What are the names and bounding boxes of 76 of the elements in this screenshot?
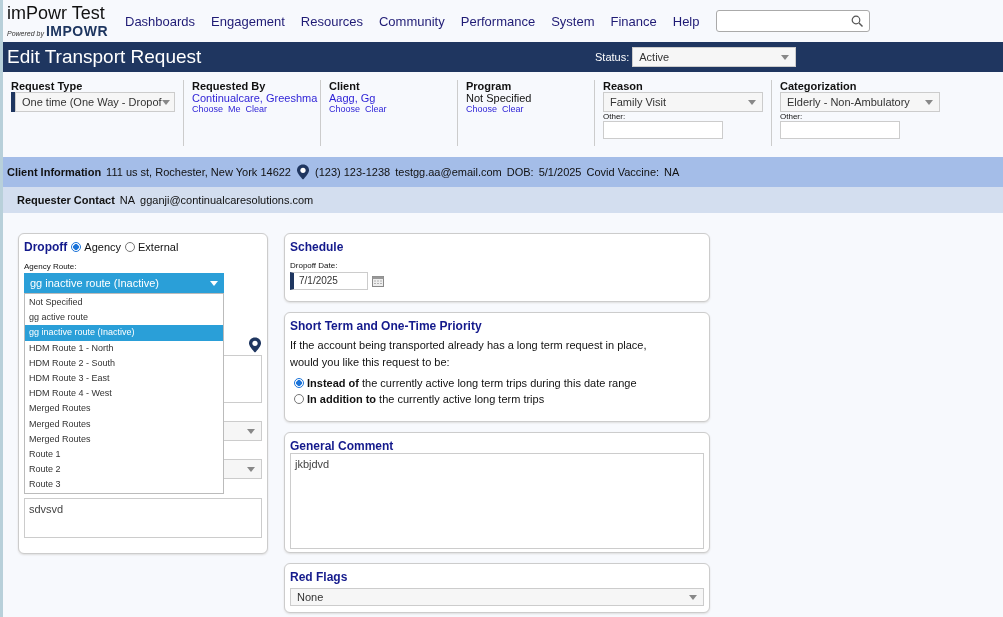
caret-icon <box>925 99 933 105</box>
priority-option[interactable]: In addition to the currently active long term trips <box>294 393 704 405</box>
priority-option[interactable]: Instead of the currently active long term trips during this date range <box>294 377 704 389</box>
field-label: Requested By <box>192 80 267 92</box>
comment-textarea[interactable]: jkbjdvd <box>290 453 704 549</box>
requester-email: gganji@continualcaresolutions.com <box>140 194 314 206</box>
client-address: 111 us st, Rochester, New York 14622 <box>106 166 291 178</box>
request-type-select[interactable]: One time (One Way - Dropof <box>15 92 175 112</box>
search-field[interactable] <box>715 10 870 32</box>
vaccine-value: NA <box>664 166 680 178</box>
action-link[interactable]: Clear <box>502 104 524 114</box>
nav-link[interactable]: Help <box>672 13 700 29</box>
priority-description: If the account being transported already has a long term request in place, would you like this request to be: <box>290 338 648 370</box>
field-select[interactable]: Elderly - Non-Ambulatory <box>780 92 940 112</box>
nav-link[interactable]: System <box>551 13 595 29</box>
brand-wordmark: IMPOWR <box>45 23 109 39</box>
flags-select[interactable]: None <box>290 588 704 606</box>
nav-link[interactable]: Dashboards <box>125 13 196 29</box>
field-label: Client <box>329 80 361 92</box>
field-label: Request Type <box>11 80 84 92</box>
map-pin-icon[interactable] <box>248 337 262 353</box>
caret-icon <box>247 428 255 434</box>
comment-textarea[interactable]: sdvsvd <box>24 498 262 538</box>
calendar-icon[interactable] <box>372 275 384 287</box>
caret-icon <box>161 99 170 105</box>
search-icon[interactable] <box>850 15 863 27</box>
caret-icon <box>210 280 218 286</box>
app-title: imPowr Test <box>7 3 106 23</box>
other-label: Other: <box>780 112 804 121</box>
action-link[interactable]: Choose <box>466 104 498 114</box>
date-label: Dropoff Date: <box>290 261 338 270</box>
map-pin-icon[interactable] <box>296 164 310 180</box>
field-label: Program <box>466 80 513 92</box>
nav-link[interactable]: Community <box>379 13 445 29</box>
nav-link[interactable]: Finance <box>610 13 657 29</box>
dob-value: 5/1/2025 <box>538 166 582 178</box>
other-label: Other: <box>603 112 627 121</box>
caret-icon <box>781 54 790 60</box>
field-label: Categorization <box>780 80 858 92</box>
panel-title: Dropoff <box>24 240 68 254</box>
field-label: Reason <box>603 80 644 92</box>
caret-icon <box>247 466 255 472</box>
requester-contact-label: Requester Contact <box>17 194 115 206</box>
client-phone: (123) 123-1238 <box>315 166 391 178</box>
nav-link[interactable]: Resources <box>300 13 363 29</box>
radio-option[interactable]: Agency <box>71 241 122 253</box>
client-info-label: Client Information <box>7 166 102 178</box>
field-value-link[interactable]: Aagg, Gg <box>329 92 376 104</box>
field-select[interactable]: Family Visit <box>603 92 763 112</box>
nav-link[interactable]: Performance <box>460 13 536 29</box>
action-link[interactable]: Clear <box>245 104 268 114</box>
date-field[interactable]: 7/1/2025 <box>290 272 368 290</box>
action-link[interactable]: Me <box>228 104 241 114</box>
panel-title: Red Flags <box>290 570 349 584</box>
field-value: Not Specified <box>466 92 532 104</box>
nav-link[interactable]: Engagement <box>211 13 285 29</box>
page-title: Edit Transport Request <box>7 46 203 68</box>
dob-label: DOB: <box>506 166 534 178</box>
client-email: testgg.aa@email.com <box>395 166 502 178</box>
radio-option[interactable]: External <box>125 241 179 253</box>
route-label: Agency Route: <box>24 262 78 271</box>
panel-title: General Comment <box>290 439 395 453</box>
caret-icon <box>689 594 697 600</box>
action-link[interactable]: Choose <box>192 104 224 114</box>
panel-title: Short Term and One-Time Priority <box>290 319 483 333</box>
caret-icon <box>748 99 756 105</box>
requester-phone: NA <box>119 194 136 206</box>
action-link[interactable]: Choose <box>329 104 361 114</box>
vaccine-label: Covid Vaccine: <box>586 166 660 178</box>
panel-title: Schedule <box>290 240 345 254</box>
action-link[interactable]: Clear <box>365 104 387 114</box>
status-select[interactable]: Active <box>632 47 797 67</box>
status-label: Status: <box>595 51 630 63</box>
other-input[interactable] <box>603 121 723 139</box>
field-value-link[interactable]: Continualcare, Greeshma <box>192 92 318 104</box>
other-input[interactable] <box>780 121 900 139</box>
